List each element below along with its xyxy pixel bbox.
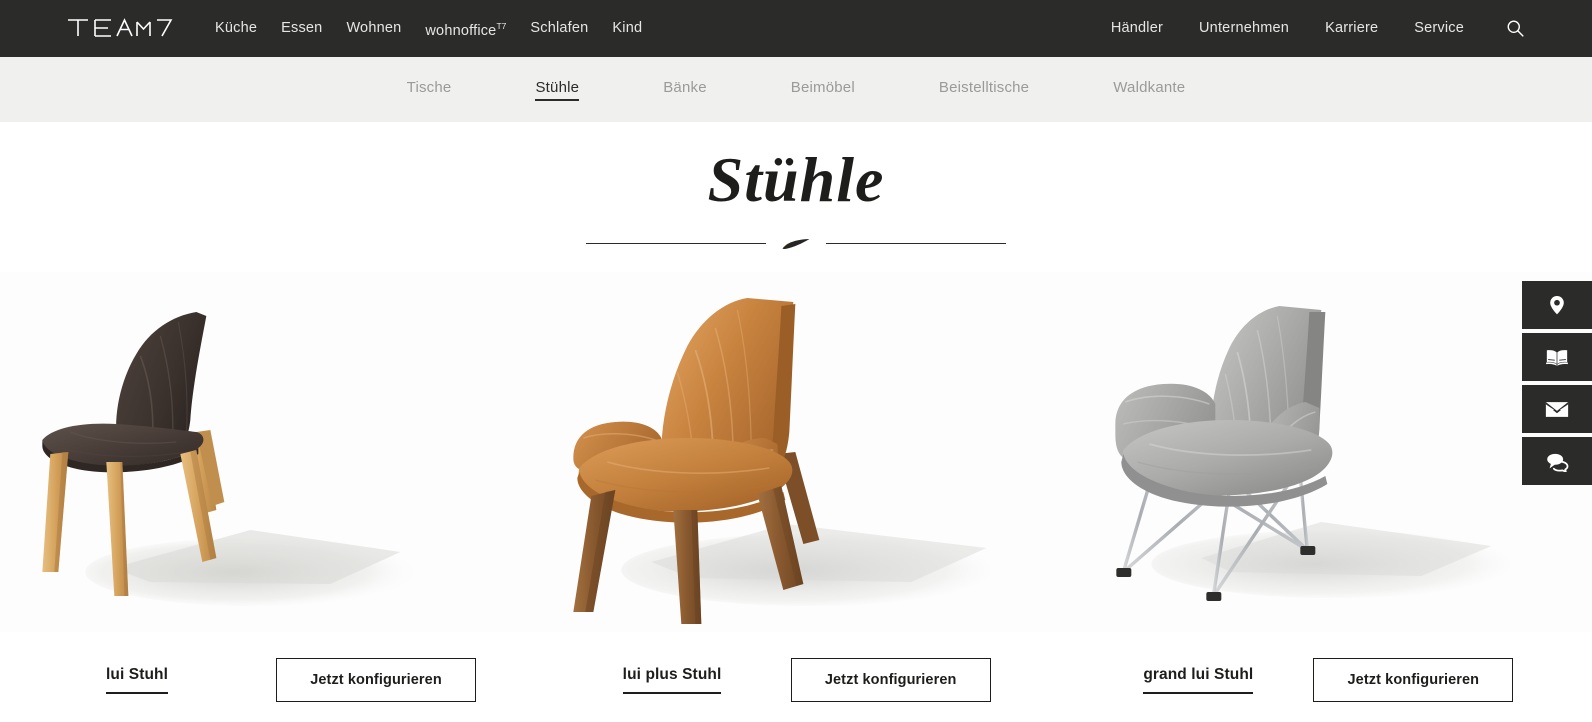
- subnav-item-baenke[interactable]: Bänke: [663, 79, 707, 101]
- nav-item-karriere[interactable]: Karriere: [1325, 0, 1378, 57]
- side-quick-actions: [1522, 281, 1592, 485]
- product-card: lui plus Stuhl Jetzt konfigurieren: [530, 272, 1062, 722]
- product-card: lui Stuhl Jetzt konfigurieren: [0, 272, 531, 722]
- subnav-item-beistelltische[interactable]: Beistelltische: [939, 79, 1029, 101]
- nav-item-unternehmen[interactable]: Unternehmen: [1199, 0, 1289, 57]
- page-root: Küche Essen Wohnen wohnofficeT7 Schlafen…: [0, 0, 1592, 722]
- nav-item-kueche[interactable]: Küche: [215, 0, 281, 57]
- search-icon[interactable]: [1504, 18, 1526, 40]
- subnav-item-tische[interactable]: Tische: [407, 79, 452, 101]
- nav-label: Kind: [612, 20, 643, 36]
- nav-label: Wohnen: [346, 20, 402, 36]
- subnav-item-stuehle[interactable]: Stühle: [535, 79, 579, 101]
- product-card-footer: lui Stuhl Jetzt konfigurieren: [0, 646, 531, 702]
- lui-stuhl-chair-image[interactable]: [0, 272, 531, 632]
- product-name-link[interactable]: grand lui Stuhl: [1143, 666, 1254, 694]
- nav-item-kind[interactable]: Kind: [612, 0, 666, 57]
- utility-navigation: Händler Unternehmen Karriere Service: [1075, 0, 1526, 57]
- title-divider: [0, 232, 1592, 254]
- subnav-item-waldkante[interactable]: Waldkante: [1113, 79, 1185, 101]
- chat-bubbles-icon[interactable]: [1522, 437, 1592, 485]
- divider-line-left: [586, 242, 766, 244]
- nav-superscript: T7: [496, 20, 507, 31]
- main-header: Küche Essen Wohnen wohnofficeT7 Schlafen…: [0, 0, 1592, 57]
- lui-plus-stuhl-chair-image[interactable]: [530, 272, 1062, 632]
- nav-item-service[interactable]: Service: [1414, 0, 1464, 57]
- product-card: grand lui Stuhl Jetzt konfigurieren: [1061, 272, 1592, 722]
- product-card-footer: grand lui Stuhl Jetzt konfigurieren: [1061, 646, 1592, 702]
- grand-lui-stuhl-chair-image[interactable]: [1061, 272, 1592, 632]
- catalog-book-icon[interactable]: [1522, 333, 1592, 381]
- nav-item-schlafen[interactable]: Schlafen: [530, 0, 612, 57]
- category-subnav: Tische Stühle Bänke Beimöbel Beistelltis…: [0, 57, 1592, 122]
- nav-label: Essen: [281, 20, 323, 36]
- product-name-link[interactable]: lui plus Stuhl: [622, 666, 722, 694]
- nav-item-haendler[interactable]: Händler: [1111, 0, 1163, 57]
- nav-label: Schlafen: [530, 20, 589, 36]
- product-name-link[interactable]: lui Stuhl: [106, 666, 169, 694]
- page-title: Stühle: [707, 144, 885, 215]
- nav-item-wohnen[interactable]: Wohnen: [346, 0, 425, 57]
- main-navigation: Küche Essen Wohnen wohnofficeT7 Schlafen…: [215, 0, 666, 57]
- team7-logo[interactable]: [66, 13, 178, 43]
- configure-button[interactable]: Jetzt konfigurieren: [790, 658, 991, 702]
- product-card-footer: lui plus Stuhl Jetzt konfigurieren: [531, 646, 1062, 702]
- nav-label: Küche: [215, 20, 258, 36]
- subnav-item-beimoebel[interactable]: Beimöbel: [791, 79, 855, 101]
- leaf-ornament-icon: [778, 232, 814, 254]
- nav-item-essen[interactable]: Essen: [281, 0, 346, 57]
- location-pin-icon[interactable]: [1522, 281, 1592, 329]
- envelope-mail-icon[interactable]: [1522, 385, 1592, 433]
- divider-line-right: [826, 242, 1006, 244]
- configure-button[interactable]: Jetzt konfigurieren: [276, 658, 476, 702]
- nav-item-wohnoffice[interactable]: wohnofficeT7: [425, 0, 530, 59]
- nav-label: wohnoffice: [425, 22, 497, 39]
- configure-button[interactable]: Jetzt konfigurieren: [1313, 658, 1514, 702]
- product-grid: lui Stuhl Jetzt konfigurieren lui plus S…: [0, 272, 1592, 722]
- subnav-inner: Tische Stühle Bänke Beimöbel Beistelltis…: [365, 79, 1228, 101]
